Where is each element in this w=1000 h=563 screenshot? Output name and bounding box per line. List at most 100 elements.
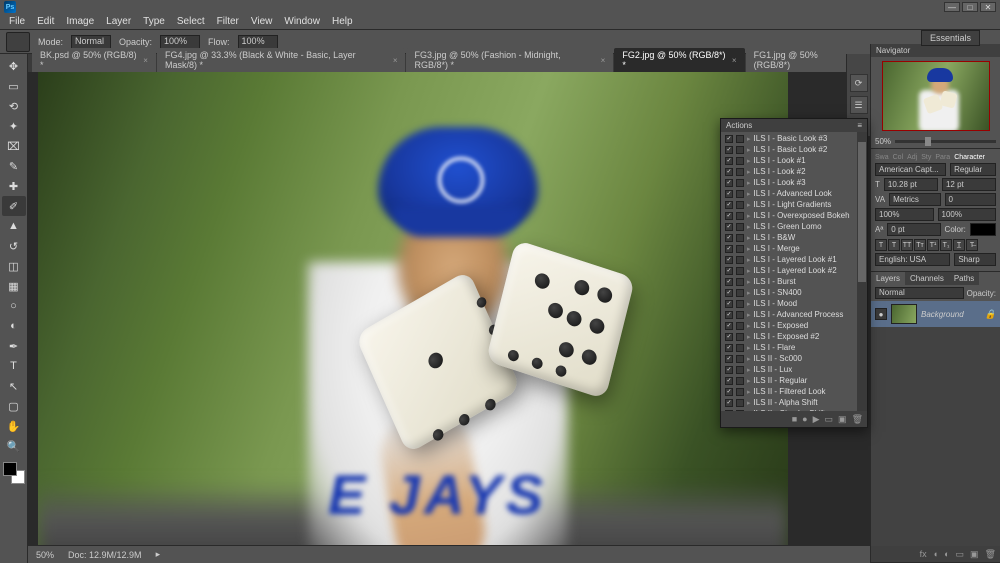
action-dialog-toggle[interactable] [736, 135, 744, 143]
heal-tool[interactable]: ✚ [2, 176, 26, 196]
action-item[interactable]: ✓▸ILS I - Advanced Look [721, 188, 867, 199]
layer-name[interactable]: Background [921, 310, 964, 319]
play-button[interactable]: ▶ [813, 414, 820, 425]
history-brush-tool[interactable]: ↺ [2, 236, 26, 256]
eraser-tool[interactable]: ◫ [2, 256, 26, 276]
action-item[interactable]: ✓▸ILS I - Flare [721, 342, 867, 353]
expand-icon[interactable]: ▸ [747, 256, 751, 264]
action-check[interactable]: ✓ [725, 377, 733, 385]
mask-button[interactable]: ◖ [933, 549, 938, 559]
close-icon[interactable]: × [393, 56, 398, 65]
expand-icon[interactable]: ▸ [747, 168, 751, 176]
scrollbar-thumb[interactable] [858, 142, 866, 282]
layer-thumbnail[interactable] [891, 304, 917, 324]
group-button[interactable]: ▭ [956, 549, 965, 560]
action-dialog-toggle[interactable] [736, 146, 744, 154]
eyedropper-tool[interactable]: ✎ [2, 156, 26, 176]
action-check[interactable]: ✓ [725, 322, 733, 330]
status-zoom[interactable]: 50% [36, 550, 54, 560]
action-check[interactable]: ✓ [725, 168, 733, 176]
action-check[interactable]: ✓ [725, 267, 733, 275]
superscript-button[interactable]: T¹ [927, 239, 939, 251]
expand-icon[interactable]: ▸ [747, 135, 751, 143]
menu-image[interactable]: Image [61, 16, 99, 27]
action-dialog-toggle[interactable] [736, 410, 744, 412]
action-item[interactable]: ✓▸ILS I - SN400 [721, 287, 867, 298]
action-dialog-toggle[interactable] [736, 388, 744, 396]
foreground-color[interactable] [3, 462, 17, 476]
blend-mode-select[interactable]: Normal [71, 35, 111, 49]
action-check[interactable]: ✓ [725, 256, 733, 264]
gradient-tool[interactable]: ▦ [2, 276, 26, 296]
action-item[interactable]: ✓▸ILS I - Green Lomo [721, 221, 867, 232]
blur-tool[interactable]: ○ [2, 296, 26, 316]
action-check[interactable]: ✓ [725, 234, 733, 242]
action-check[interactable]: ✓ [725, 333, 733, 341]
menu-window[interactable]: Window [279, 16, 325, 27]
expand-icon[interactable]: ▸ [747, 146, 751, 154]
action-dialog-toggle[interactable] [736, 322, 744, 330]
opacity-field[interactable]: 100% [160, 35, 200, 49]
action-check[interactable]: ✓ [725, 344, 733, 352]
action-item[interactable]: ✓▸ILS I - Layered Look #1 [721, 254, 867, 265]
expand-icon[interactable]: ▸ [747, 201, 751, 209]
action-dialog-toggle[interactable] [736, 278, 744, 286]
new-set-button[interactable]: ▭ [825, 414, 834, 425]
expand-icon[interactable]: ▸ [747, 212, 751, 220]
action-dialog-toggle[interactable] [736, 267, 744, 275]
tab-character[interactable]: Character [954, 154, 985, 161]
move-tool[interactable]: ✥ [2, 56, 26, 76]
tab-paragraph[interactable]: Para [935, 154, 950, 161]
expand-icon[interactable]: ▸ [747, 344, 751, 352]
menu-layer[interactable]: Layer [101, 16, 136, 27]
expand-icon[interactable]: ▸ [747, 355, 751, 363]
action-dialog-toggle[interactable] [736, 377, 744, 385]
zoom-tool[interactable]: 🔍 [2, 436, 26, 456]
new-layer-button[interactable]: ▣ [970, 549, 979, 560]
document-tab[interactable]: FG4.jpg @ 33.3% (Black & White - Basic, … [157, 48, 406, 72]
action-check[interactable]: ✓ [725, 300, 733, 308]
action-item[interactable]: ✓▸ILS II - Sc000 [721, 353, 867, 364]
font-style-select[interactable]: Regular [950, 163, 996, 176]
action-dialog-toggle[interactable] [736, 289, 744, 297]
menu-filter[interactable]: Filter [212, 16, 244, 27]
action-item[interactable]: ✓▸ILS I - Basic Look #3 [721, 133, 867, 144]
menu-file[interactable]: File [4, 16, 30, 27]
action-check[interactable]: ✓ [725, 135, 733, 143]
action-check[interactable]: ✓ [725, 289, 733, 297]
actions-list[interactable]: ✓▸ILS I - Basic Look #3✓▸ILS I - Basic L… [721, 132, 867, 411]
menu-help[interactable]: Help [327, 16, 358, 27]
action-item[interactable]: ✓▸ILS I - Layered Look #2 [721, 265, 867, 276]
action-check[interactable]: ✓ [725, 245, 733, 253]
action-item[interactable]: ✓▸ILS I - Light Gradients [721, 199, 867, 210]
panel-menu-icon[interactable]: ≡ [857, 121, 862, 130]
tab-paths[interactable]: Paths [949, 272, 979, 285]
action-item[interactable]: ✓▸ILS I - Look #3 [721, 177, 867, 188]
workspace-switcher[interactable]: Essentials [921, 30, 980, 46]
action-item[interactable]: ✓▸ILS I - Basic Look #2 [721, 144, 867, 155]
fx-button[interactable]: fx [920, 549, 927, 559]
flow-field[interactable]: 100% [238, 35, 278, 49]
font-size-field[interactable]: 10.28 pt [884, 178, 938, 191]
hscale-field[interactable]: 100% [938, 208, 997, 221]
menu-edit[interactable]: Edit [32, 16, 59, 27]
action-dialog-toggle[interactable] [736, 157, 744, 165]
new-action-button[interactable]: ▣ [838, 414, 847, 425]
action-check[interactable]: ✓ [725, 278, 733, 286]
action-item[interactable]: ✓▸ILS I - B&W [721, 232, 867, 243]
action-item[interactable]: ✓▸ILS II - Circular Shift [721, 408, 867, 411]
antialias-select[interactable]: Sharp [954, 253, 996, 266]
action-dialog-toggle[interactable] [736, 234, 744, 242]
expand-icon[interactable]: ▸ [747, 377, 751, 385]
record-button[interactable]: ● [802, 414, 807, 424]
expand-icon[interactable]: ▸ [747, 179, 751, 187]
path-tool[interactable]: ↖ [2, 376, 26, 396]
tab-swatches[interactable]: Swa [875, 154, 889, 161]
hand-tool[interactable]: ✋ [2, 416, 26, 436]
action-dialog-toggle[interactable] [736, 399, 744, 407]
action-check[interactable]: ✓ [725, 212, 733, 220]
action-item[interactable]: ✓▸ILS I - Burst [721, 276, 867, 287]
italic-button[interactable]: T [888, 239, 900, 251]
marquee-tool[interactable]: ▭ [2, 76, 26, 96]
adjustment-button[interactable]: ◐ [944, 549, 949, 559]
